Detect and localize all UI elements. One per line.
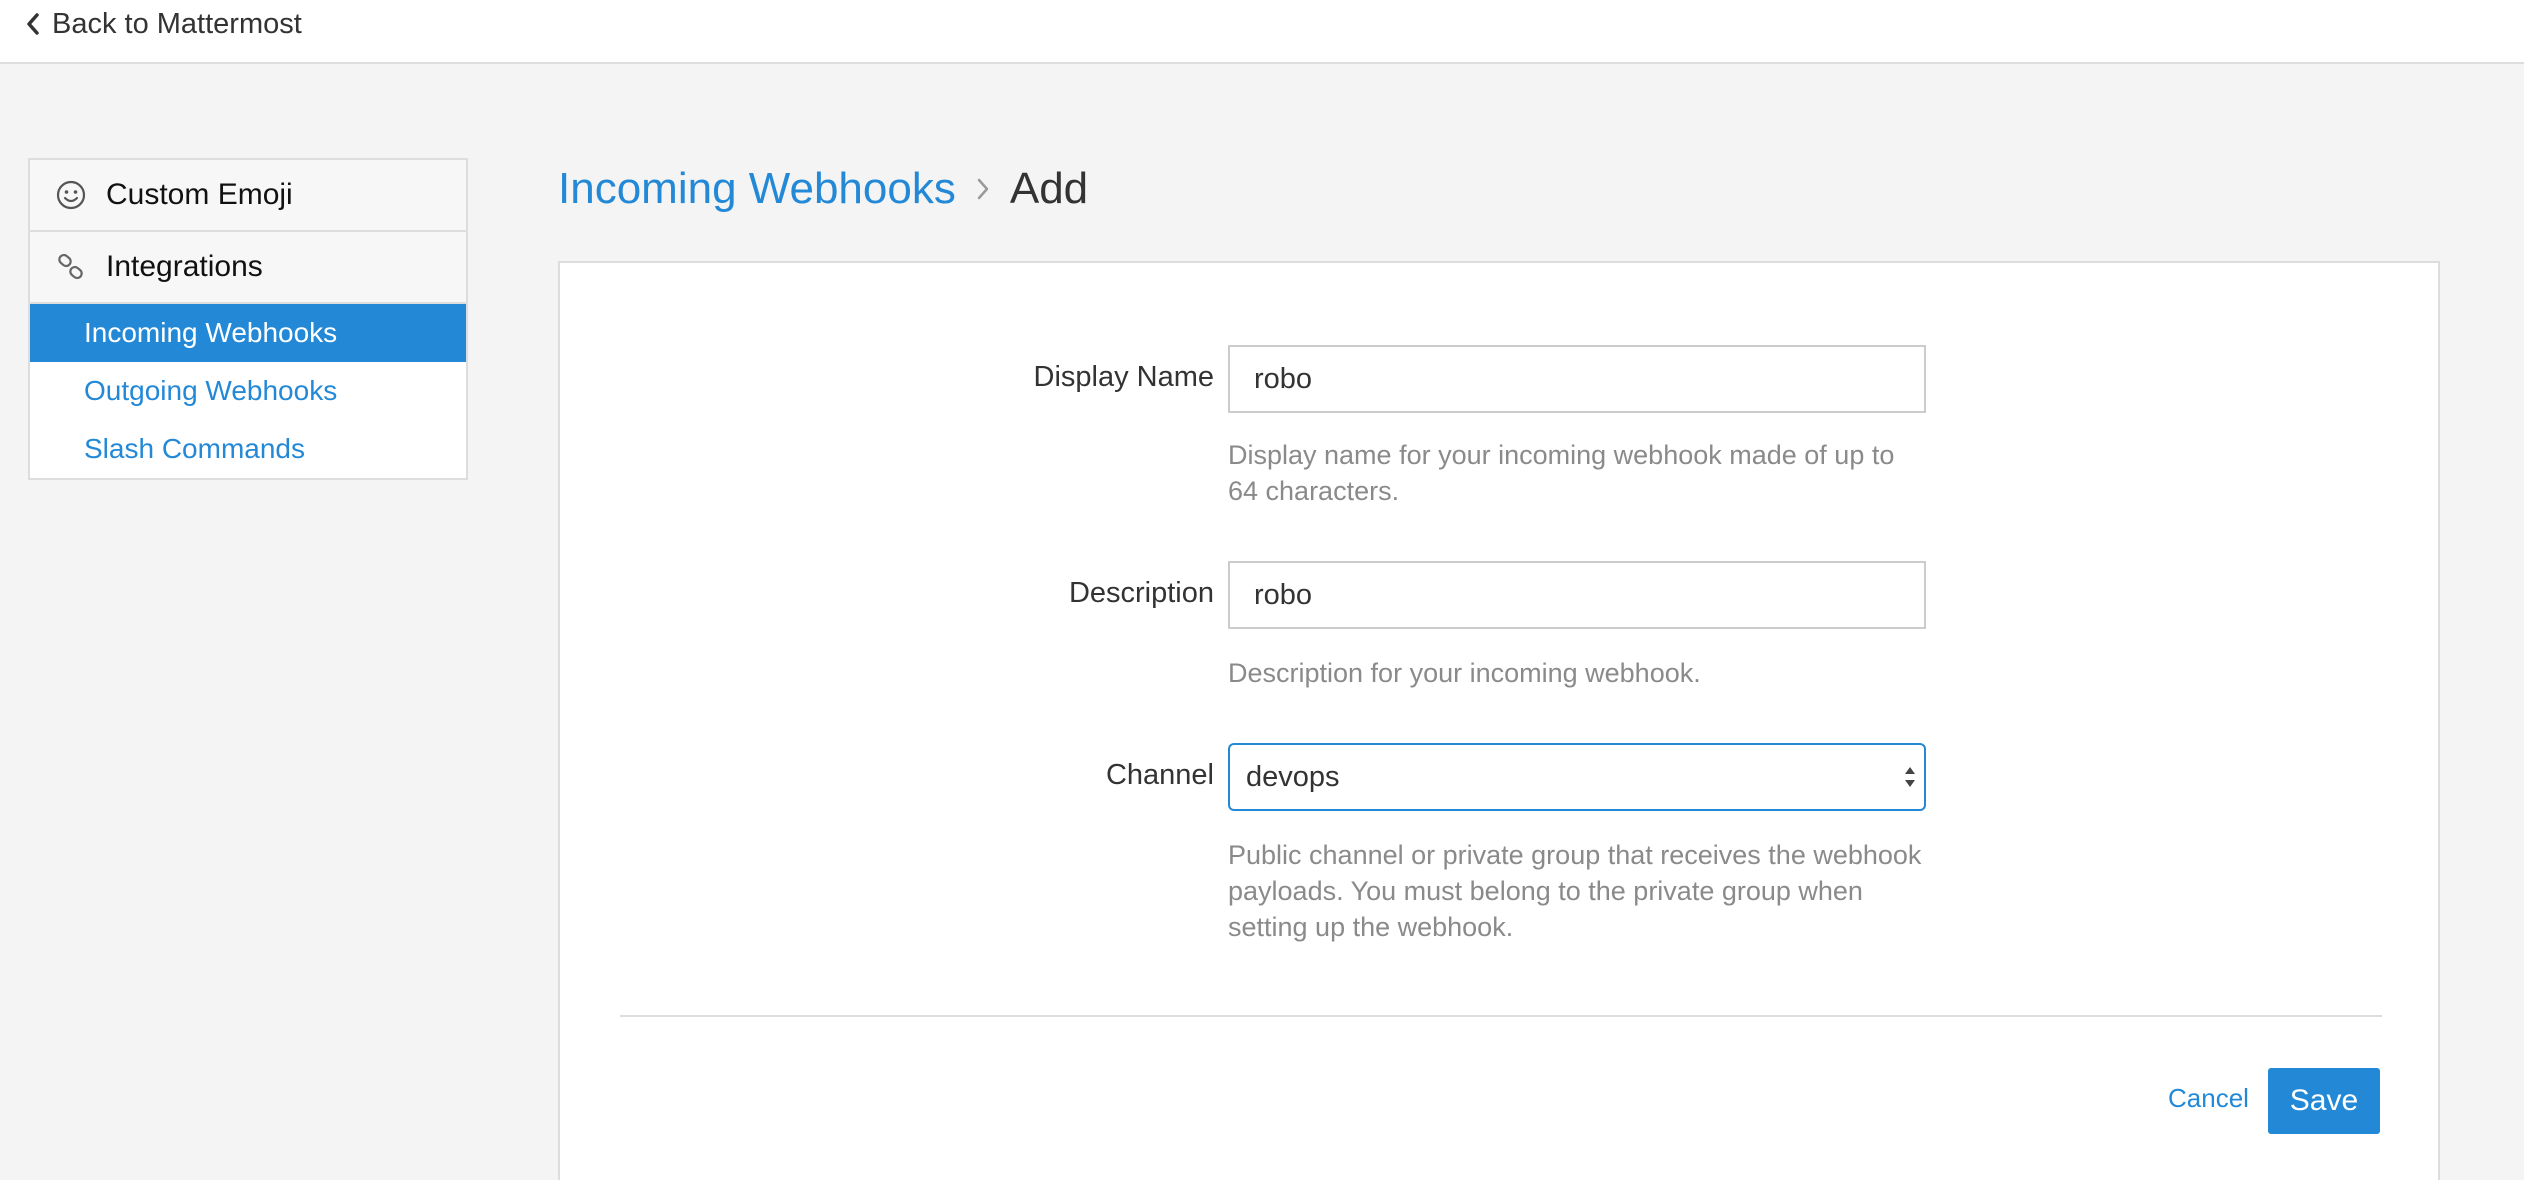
sidebar-section-custom-emoji[interactable]: Custom Emoji: [30, 160, 466, 232]
link-icon: [56, 252, 86, 282]
top-bar: Back to Mattermost: [0, 0, 2524, 64]
cancel-button[interactable]: Cancel: [2168, 1065, 2249, 1131]
channel-label: Channel: [1105, 759, 1214, 791]
description-label: Description: [1068, 577, 1214, 609]
display-name-input[interactable]: robo: [1228, 345, 1926, 413]
display-name-help: Display name for your incoming webhook m…: [1228, 440, 1895, 506]
save-button[interactable]: Save: [2268, 1068, 2380, 1134]
sidebar: Custom Emoji Integrations Incoming Webho…: [28, 158, 468, 480]
form-divider: [620, 1015, 2382, 1017]
sidebar-section-integrations[interactable]: Integrations: [30, 232, 466, 304]
display-name-label: Display Name: [1033, 361, 1215, 393]
chevron-left-icon: [26, 13, 40, 35]
sidebar-item-slash-commands[interactable]: Slash Commands: [30, 420, 466, 478]
description-input[interactable]: robo: [1228, 561, 1926, 629]
description-value: robo: [1254, 578, 1313, 611]
breadcrumb-incoming-webhooks-link[interactable]: Incoming Webhooks: [558, 164, 956, 214]
back-to-mattermost-link[interactable]: Back to Mattermost: [26, 6, 302, 42]
sidebar-item-outgoing-webhooks[interactable]: Outgoing Webhooks: [30, 362, 466, 420]
channel-select[interactable]: devops: [1228, 743, 1926, 811]
sidebar-section-label: Custom Emoji: [106, 178, 293, 211]
webhook-form-panel: Display Name robo Display name for your …: [558, 261, 2440, 1180]
back-link-label: Back to Mattermost: [52, 7, 302, 40]
display-name-value: robo: [1254, 362, 1313, 395]
description-help: Description for your incoming webhook.: [1228, 658, 1701, 688]
channel-select-value: devops: [1246, 760, 1340, 793]
breadcrumb-current: Add: [1009, 164, 1089, 213]
channel-help: Public channel or private group that rec…: [1228, 840, 1922, 942]
smiley-icon: [56, 180, 86, 210]
chevron-right-icon: [976, 177, 990, 201]
sidebar-section-label: Integrations: [106, 250, 263, 283]
sidebar-item-incoming-webhooks[interactable]: Incoming Webhooks: [30, 304, 466, 362]
select-arrows-icon: [1902, 763, 1918, 799]
breadcrumb: Incoming Webhooks Add: [558, 160, 1088, 218]
